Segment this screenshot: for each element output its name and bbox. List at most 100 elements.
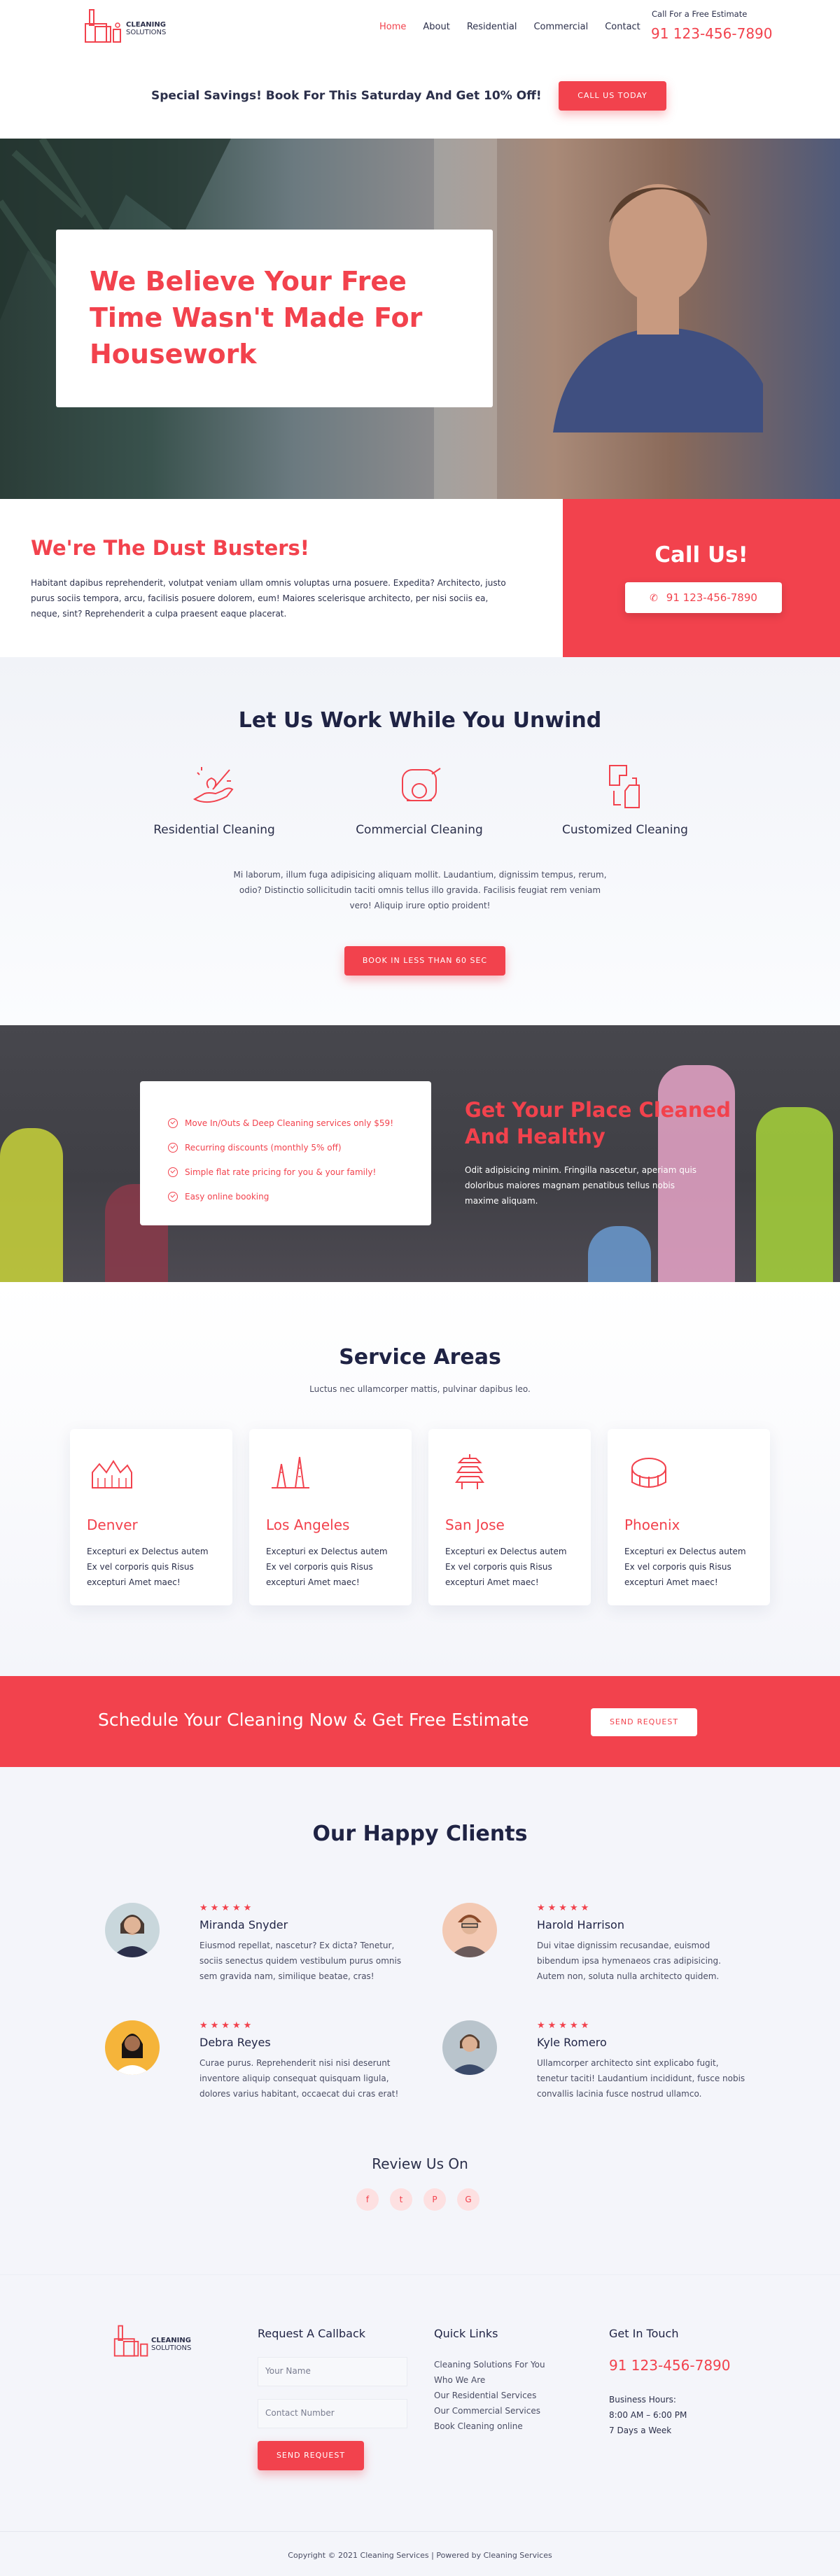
header-phone[interactable]: 91 123-456-7890 [651, 25, 773, 42]
service-commercial-label: Commercial Cleaning [356, 823, 483, 837]
service-residential-label: Residential Cleaning [153, 823, 275, 837]
area-text: Excepturi ex Delectus autem Ex vel corpo… [266, 1547, 388, 1587]
call-us-phone-label: 91 123-456-7890 [666, 591, 757, 604]
rating-stars: ★★★★★ [200, 1903, 255, 1913]
google-icon[interactable]: G [457, 2188, 479, 2211]
pinterest-icon[interactable]: P [424, 2188, 446, 2211]
footer-phone[interactable]: 91 123-456-7890 [609, 2357, 731, 2374]
footer-link[interactable]: Our Residential Services [434, 2388, 545, 2403]
bucket-logo-icon [113, 2325, 148, 2357]
stadium-icon [631, 1458, 666, 1488]
reviewer-name: Miranda Snyder [200, 1918, 288, 1931]
vacuum-icon [402, 768, 441, 801]
call-us-panel: Call Us! ✆ 91 123-456-7890 [563, 499, 840, 657]
review-text: Eiusmod repellat, nascetur? Ex dicta? Te… [200, 1941, 402, 1981]
benefit-text: Easy online booking [185, 1191, 270, 1202]
nav-contact[interactable]: Contact [605, 22, 640, 32]
review-text: Dui vitae dignissim recusandae, euismod … [537, 1941, 721, 1981]
send-request-button[interactable]: SEND REQUEST [591, 1708, 697, 1736]
services-section: Let Us Work While You Unwind Residential… [0, 657, 840, 1025]
rating-stars: ★★★★★ [200, 2020, 255, 2031]
hero-title: We Believe Your Free Time Wasn't Made Fo… [90, 266, 423, 369]
service-residential[interactable]: Residential Cleaning [130, 760, 298, 837]
twitter-icon[interactable]: t [390, 2188, 412, 2211]
check-circle-icon [168, 1167, 178, 1177]
avatar [105, 1903, 160, 1957]
logo-line-1: CLEANING [151, 2337, 191, 2344]
benefit-text: Simple flat rate pricing for you & your … [185, 1167, 377, 1177]
check-circle-icon [168, 1191, 178, 1202]
logo-text: CLEANING SOLUTIONS [126, 21, 166, 36]
rating-stars: ★★★★★ [537, 1903, 592, 1913]
logo[interactable]: CLEANING SOLUTIONS [83, 6, 170, 46]
benefit-text: Recurring discounts (monthly 5% off) [185, 1142, 342, 1153]
hours-label: Business Hours: [609, 2395, 676, 2405]
get-in-touch-title: Get In Touch [609, 2327, 679, 2340]
area-city: Denver [87, 1516, 138, 1533]
area-card-san-jose[interactable]: San Jose Excepturi ex Delectus autem Ex … [428, 1429, 591, 1605]
footer-link[interactable]: Book Cleaning online [434, 2419, 545, 2434]
call-us-today-button[interactable]: CALL US TODAY [559, 81, 666, 111]
services-title: Let Us Work While You Unwind [238, 708, 602, 733]
hours-value: 8:00 AM – 6:00 PM [609, 2410, 687, 2420]
logo-line-1: CLEANING [126, 21, 166, 29]
avatar [105, 2020, 160, 2075]
avatar [442, 2020, 497, 2075]
promo-text: Special Savings! Book For This Saturday … [151, 89, 542, 103]
facebook-icon[interactable]: f [356, 2188, 379, 2211]
service-customized[interactable]: Customized Cleaning [541, 760, 709, 837]
benefit-text: Move In/Outs & Deep Cleaning services on… [185, 1118, 394, 1128]
footer-link[interactable]: Our Commercial Services [434, 2403, 545, 2419]
footer-logo[interactable]: CLEANING SOLUTIONS [112, 2321, 203, 2365]
benefit-item: Easy online booking [168, 1184, 431, 1209]
cleaner-person-image [553, 184, 763, 432]
reviewer-name: Harold Harrison [537, 1918, 624, 1931]
benefit-item: Move In/Outs & Deep Cleaning services on… [168, 1111, 431, 1135]
service-areas-section: Service Areas Luctus nec ullamcorper mat… [0, 1282, 840, 1676]
service-commercial[interactable]: Commercial Cleaning [335, 760, 503, 837]
testimonial: ★★★★★ Harold Harrison Dui vitae dignissi… [442, 1903, 743, 2001]
review-text: Curae purus. Reprehenderit nisi nisi des… [200, 2058, 399, 2099]
area-city: Los Angeles [266, 1516, 350, 1533]
area-card-denver[interactable]: Denver Excepturi ex Delectus autem Ex ve… [70, 1429, 232, 1605]
area-city: Phoenix [624, 1516, 680, 1533]
clients-title: Our Happy Clients [312, 1822, 528, 1846]
tower-icon [272, 1456, 309, 1488]
book-now-button[interactable]: BOOK IN LESS THAN 60 SEC [344, 946, 505, 976]
review-text: Ullamcorper architecto sint explicabo fu… [537, 2058, 746, 2099]
benefits-list: Move In/Outs & Deep Cleaning services on… [140, 1081, 431, 1209]
promo-bar: Special Savings! Book For This Saturday … [0, 56, 840, 139]
testimonial: ★★★★★ Kyle Romero Ullamcorper architecto… [442, 2020, 745, 2118]
footer-send-request-button[interactable]: SEND REQUEST [258, 2441, 364, 2470]
services-text: Mi laborum, illum fuga adipisicing aliqu… [233, 870, 607, 910]
area-text: Excepturi ex Delectus autem Ex vel corpo… [87, 1547, 209, 1587]
area-card-phoenix[interactable]: Phoenix Excepturi ex Delectus autem Ex v… [608, 1429, 770, 1605]
schedule-text: Schedule Your Cleaning Now & Get Free Es… [98, 1710, 529, 1730]
footer-link[interactable]: Cleaning Solutions For You [434, 2357, 545, 2372]
avatar [442, 1903, 497, 1957]
callback-form: Request A Callback Your Name Contact Num… [258, 2327, 407, 2470]
footer-divider [0, 2531, 840, 2532]
footer-logo-text: CLEANING SOLUTIONS [151, 2337, 191, 2352]
call-us-title: Call Us! [654, 542, 748, 568]
nav-residential[interactable]: Residential [467, 22, 517, 32]
contact-info: Get In Touch 91 123-456-7890 Business Ho… [609, 2327, 731, 2438]
logo-line-2: SOLUTIONS [126, 29, 167, 36]
check-circle-icon [168, 1142, 178, 1153]
pagoda-icon [455, 1454, 484, 1489]
contact-number-input[interactable]: Contact Number [258, 2399, 407, 2428]
site-footer: CLEANING SOLUTIONS Request A Callback Yo… [0, 2274, 840, 2576]
nav-home[interactable]: Home [379, 22, 406, 32]
call-us-phone-button[interactable]: ✆ 91 123-456-7890 [625, 582, 782, 613]
reviewer-name: Kyle Romero [537, 2036, 607, 2049]
testimonial: ★★★★★ Debra Reyes Curae purus. Reprehend… [105, 2020, 406, 2118]
benefits-card: Move In/Outs & Deep Cleaning services on… [140, 1081, 431, 1225]
area-card-los-angeles[interactable]: Los Angeles Excepturi ex Delectus autem … [249, 1429, 412, 1605]
footer-link[interactable]: Who We Are [434, 2372, 545, 2388]
business-hours: Business Hours: 8:00 AM – 6:00 PM 7 Days… [609, 2392, 731, 2438]
name-input[interactable]: Your Name [258, 2357, 407, 2386]
logo-line-2: SOLUTIONS [151, 2344, 192, 2352]
nav-about[interactable]: About [423, 22, 449, 32]
nav-commercial[interactable]: Commercial [533, 22, 588, 32]
main-nav: Home About Residential Commercial Contac… [379, 22, 640, 32]
